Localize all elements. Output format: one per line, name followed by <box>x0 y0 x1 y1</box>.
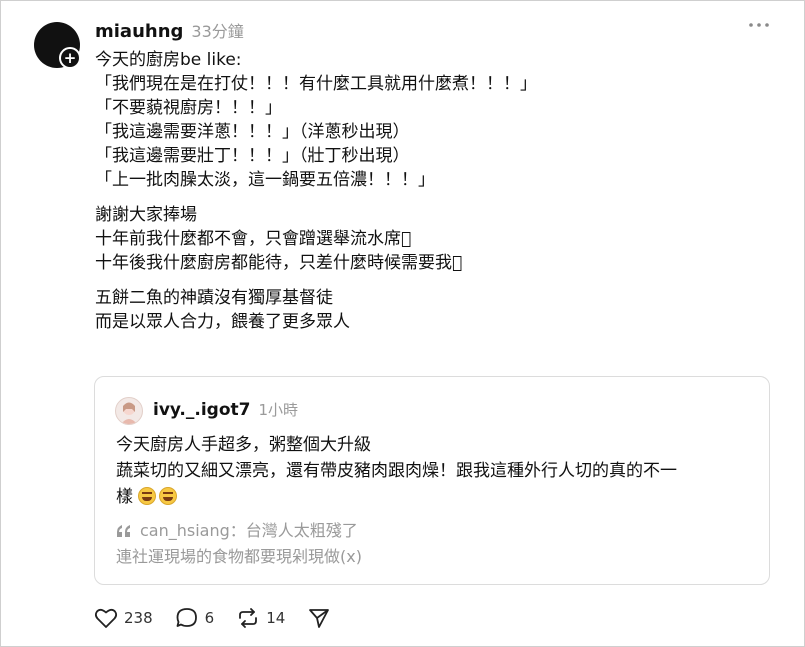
post-paragraph: 謝謝大家捧場 十年前我什麼都不會，只會蹭選舉流水席􀀀 十年後我什麼廚房都能待，只… <box>95 203 785 275</box>
post-line: 謝謝大家捧場 <box>95 205 197 225</box>
heart-icon <box>94 607 118 629</box>
post-line: 「上一批肉臊太淡，這一鍋要五倍濃！！！」 <box>95 170 435 190</box>
quoted-header: ivy._.igot7 1小時 <box>153 399 298 420</box>
send-icon <box>307 607 331 629</box>
comment-button[interactable]: 6 <box>175 607 215 629</box>
share-button[interactable] <box>307 607 331 629</box>
post-line: 十年後我什麼廚房都能待，只差什麼時候需要我􀀀 <box>95 253 463 273</box>
action-bar: 238 6 14 <box>94 604 353 632</box>
more-horizontal-icon[interactable] <box>748 20 770 30</box>
quote-mark-icon <box>116 524 134 538</box>
like-count: 238 <box>124 609 153 627</box>
post-line: 「不要藐視廚房！！！」 <box>95 98 282 118</box>
quoted-line: 樣 <box>116 484 756 510</box>
laughing-emoji-icon <box>138 487 157 505</box>
username[interactable]: miauhng <box>95 21 183 42</box>
quoted-reply-author-text: can_hsiang：台灣人太粗殘了 <box>140 521 358 540</box>
quoted-line: 今天廚房人手超多，粥整個大升級 <box>116 435 371 455</box>
quoted-username[interactable]: ivy._.igot7 <box>153 400 250 420</box>
quoted-avatar[interactable] <box>115 397 143 425</box>
plus-icon: + <box>61 49 79 67</box>
post-paragraph: 今天的廚房be like: 「我們現在是在打仗！！！有什麼工具就用什麼煮！！！」… <box>95 48 785 192</box>
like-button[interactable]: 238 <box>94 607 153 629</box>
follow-button[interactable]: + <box>59 47 81 69</box>
quoted-line-text: 樣 <box>116 487 133 507</box>
post-body: 今天的廚房be like: 「我們現在是在打仗！！！有什麼工具就用什麼煮！！！」… <box>95 48 785 345</box>
post-line: 今天的廚房be like: <box>95 50 242 70</box>
post-timestamp[interactable]: 33分鐘 <box>191 18 243 42</box>
post-line: 「我這邊需要洋蔥！！！」（洋蔥秒出現） <box>95 122 410 142</box>
post-paragraph: 五餅二魚的神蹟沒有獨厚基督徒 而是以眾人合力，餵養了更多眾人 <box>95 286 785 334</box>
quoted-line: 蔬菜切的又細又漂亮，還有帶皮豬肉跟肉燥！跟我這種外行人切的真的不一 <box>116 461 677 481</box>
quoted-post[interactable]: ivy._.igot7 1小時 今天廚房人手超多，粥整個大升級 蔬菜切的又細又漂… <box>94 376 770 585</box>
post-line: 「我這邊需要壯丁！！！」（壯丁秒出現） <box>95 146 410 166</box>
post-header: miauhng 33分鐘 <box>95 18 244 44</box>
quoted-reply-head: can_hsiang：台灣人太粗殘了 <box>116 518 736 544</box>
repost-icon <box>236 607 260 629</box>
laughing-emoji-icon <box>159 487 178 505</box>
comment-count: 6 <box>204 609 215 627</box>
quoted-reply: can_hsiang：台灣人太粗殘了 連社運現場的食物都要現剁現做(x) <box>116 518 736 570</box>
quoted-body: 今天廚房人手超多，粥整個大升級 蔬菜切的又細又漂亮，還有帶皮豬肉跟肉燥！跟我這種… <box>116 432 756 510</box>
repost-count: 14 <box>266 609 286 627</box>
repost-button[interactable]: 14 <box>236 607 285 629</box>
comment-icon <box>175 607 199 629</box>
post-line: 五餅二魚的神蹟沒有獨厚基督徒 <box>95 288 333 308</box>
quoted-timestamp[interactable]: 1小時 <box>258 399 298 420</box>
post-line: 「我們現在是在打仗！！！有什麼工具就用什麼煮！！！」 <box>95 74 537 94</box>
post-line: 而是以眾人合力，餵養了更多眾人 <box>95 312 350 332</box>
post-line: 十年前我什麼都不會，只會蹭選舉流水席􀀀 <box>95 229 412 249</box>
quoted-reply-text: 連社運現場的食物都要現剁現做(x) <box>116 547 362 566</box>
